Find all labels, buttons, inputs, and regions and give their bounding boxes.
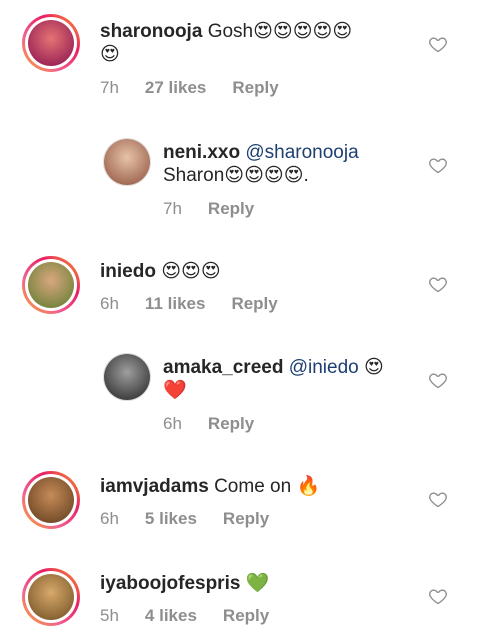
avatar-photo <box>28 20 74 66</box>
comment-item: sharonooja Gosh😍😍😍😍😍 😍 7h 27 likes Reply <box>0 0 480 110</box>
comment-emojis: 😍😍😍 <box>161 261 221 282</box>
comment-meta: 6h 5 likes Reply <box>100 509 295 529</box>
heart-outline-icon[interactable] <box>428 155 448 175</box>
comment-time: 6h <box>100 294 119 313</box>
comment-likes[interactable]: 11 likes <box>145 294 206 313</box>
comment-item: iamvjadams Come on 🔥 6h 5 likes Reply <box>0 455 480 545</box>
comment-meta: 7h Reply <box>163 199 280 219</box>
comment-emojis: ❤️ <box>163 380 187 401</box>
comment-emojis: 😍😍😍😍😍 <box>253 21 353 42</box>
comment-time: 6h <box>100 509 119 528</box>
comment-username[interactable]: neni.xxo <box>163 142 240 163</box>
reply-button[interactable]: Reply <box>208 414 254 433</box>
comment-item: iniedo 😍😍😍 6h 11 likes Reply <box>0 240 480 330</box>
comment-text: amaka_creed @iniedo 😍 ❤️ <box>163 356 403 402</box>
avatar[interactable] <box>22 471 80 529</box>
comment-text: iamvjadams Come on 🔥 <box>100 475 400 498</box>
comment-emojis: 😍 <box>364 357 384 378</box>
reply-button[interactable]: Reply <box>208 199 254 218</box>
comment-time: 6h <box>163 414 182 433</box>
comment-text: iniedo 😍😍😍 <box>100 260 400 283</box>
reply-button[interactable]: Reply <box>231 294 277 313</box>
comment-meta: 6h Reply <box>163 414 280 434</box>
avatar[interactable] <box>103 138 151 186</box>
comment-emojis: 🔥 <box>296 476 321 497</box>
comment-body: Sharon <box>163 165 225 186</box>
avatar-photo <box>28 262 74 308</box>
comment-username[interactable]: sharonooja <box>100 21 202 42</box>
comment-likes[interactable]: 5 likes <box>145 509 197 528</box>
avatar-photo <box>104 354 150 400</box>
avatar-photo <box>28 477 74 523</box>
heart-outline-icon[interactable] <box>428 370 448 390</box>
mention-link[interactable]: @sharonooja <box>245 142 358 163</box>
comment-meta: 5h 4 likes Reply <box>100 606 295 626</box>
comment-likes[interactable]: 4 likes <box>145 606 197 625</box>
comment-text: neni.xxo @sharonooja Sharon😍😍😍😍. <box>163 141 403 187</box>
comment-likes[interactable]: 27 likes <box>145 78 206 97</box>
avatar[interactable] <box>22 568 80 626</box>
comment-body: Gosh <box>207 21 254 42</box>
reply-comment-item: neni.xxo @sharonooja Sharon😍😍😍😍. 7h Reply <box>0 125 480 225</box>
comment-body: Come on <box>214 476 292 497</box>
comment-username[interactable]: iyaboojofespris <box>100 573 240 594</box>
comment-meta: 7h 27 likes Reply <box>100 78 305 98</box>
avatar[interactable] <box>22 14 80 72</box>
heart-outline-icon[interactable] <box>428 489 448 509</box>
comment-emojis: 😍 <box>100 44 120 65</box>
heart-outline-icon[interactable] <box>428 34 448 54</box>
comment-item: iyaboojofespris 💚 5h 4 likes Reply <box>0 552 480 640</box>
heart-outline-icon[interactable] <box>428 586 448 606</box>
reply-comment-item: amaka_creed @iniedo 😍 ❤️ 6h Reply <box>0 340 480 440</box>
reply-button[interactable]: Reply <box>223 606 269 625</box>
comment-username[interactable]: iniedo <box>100 261 156 282</box>
avatar-photo <box>28 574 74 620</box>
comment-emojis: 😍😍😍😍. <box>224 165 309 186</box>
comment-emojis: 💚 <box>245 573 270 594</box>
mention-link[interactable]: @iniedo <box>289 357 359 378</box>
avatar[interactable] <box>103 353 151 401</box>
comment-meta: 6h 11 likes Reply <box>100 294 304 314</box>
reply-button[interactable]: Reply <box>232 78 278 97</box>
comment-text: sharonooja Gosh😍😍😍😍😍 😍 <box>100 20 400 66</box>
heart-outline-icon[interactable] <box>428 274 448 294</box>
comment-time: 7h <box>100 78 119 97</box>
avatar[interactable] <box>22 256 80 314</box>
reply-button[interactable]: Reply <box>223 509 269 528</box>
avatar-photo <box>104 139 150 185</box>
comment-text: iyaboojofespris 💚 <box>100 572 400 595</box>
comment-username[interactable]: iamvjadams <box>100 476 209 497</box>
comment-time: 7h <box>163 199 182 218</box>
comment-time: 5h <box>100 606 119 625</box>
comment-username[interactable]: amaka_creed <box>163 357 283 378</box>
